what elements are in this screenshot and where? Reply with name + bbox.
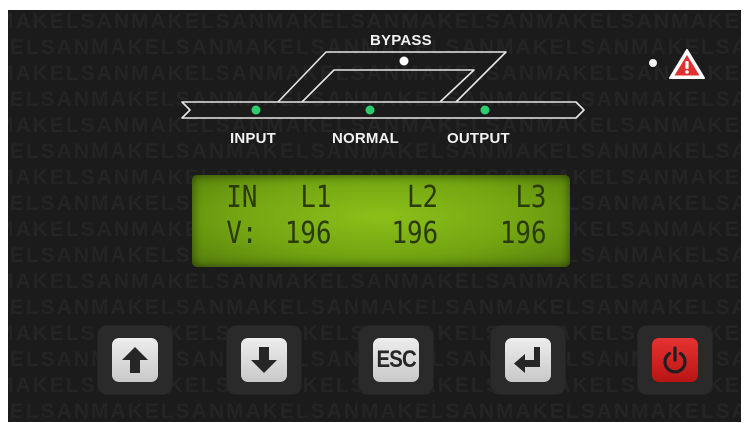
down-button-face[interactable] bbox=[241, 338, 287, 382]
bypass-inner-line bbox=[301, 69, 475, 103]
main-flow-line bbox=[181, 101, 585, 119]
lcd-voltage-label: V: bbox=[226, 216, 258, 251]
arrow-up-icon bbox=[122, 347, 148, 373]
power-button-face[interactable] bbox=[652, 338, 698, 382]
power-button[interactable] bbox=[638, 326, 712, 394]
lcd-col-l2: L2 bbox=[407, 180, 439, 215]
output-label: OUTPUT bbox=[447, 130, 510, 147]
lcd-display: IN L1 L2 L3 V: 196 196 196 bbox=[192, 175, 570, 267]
arrow-down-icon bbox=[251, 347, 277, 373]
warning-triangle-icon bbox=[669, 49, 705, 79]
esc-button-face[interactable]: ESC bbox=[373, 338, 419, 382]
esc-button-label: ESC bbox=[376, 346, 416, 373]
lcd-row-label: IN bbox=[226, 180, 258, 215]
enter-button-face[interactable] bbox=[505, 338, 551, 382]
power-icon bbox=[663, 346, 687, 374]
esc-button[interactable]: ESC bbox=[359, 326, 433, 394]
input-label: INPUT bbox=[230, 130, 276, 147]
lcd-voltage-l1: 196 bbox=[284, 216, 332, 251]
lcd-voltage-l2: 196 bbox=[391, 216, 439, 251]
watermark-row: MAKELSANMAKELSANMAKELSANMAKELSANMAKELSAN… bbox=[8, 400, 741, 422]
enter-button[interactable] bbox=[491, 326, 565, 394]
lcd-voltage-l3: 196 bbox=[499, 216, 547, 251]
lcd-row-header: IN L1 L2 L3 bbox=[192, 180, 546, 215]
up-button-face[interactable] bbox=[112, 338, 158, 382]
lcd-col-l1: L1 bbox=[300, 180, 332, 215]
up-button[interactable] bbox=[98, 326, 172, 394]
normal-led bbox=[365, 105, 375, 115]
ups-control-panel: MAKELSANMAKELSANMAKELSANMAKELSANMAKELSAN… bbox=[8, 10, 741, 422]
watermark-row: MAKELSANMAKELSANMAKELSANMAKELSANMAKELSAN… bbox=[8, 296, 741, 320]
bypass-led bbox=[399, 56, 409, 66]
lcd-row-voltage: V: 196 196 196 bbox=[192, 216, 546, 251]
normal-label: NORMAL bbox=[332, 130, 400, 147]
lcd-col-l3: L3 bbox=[515, 180, 547, 215]
bypass-flow-line bbox=[277, 51, 507, 103]
bypass-label: BYPASS bbox=[370, 32, 432, 49]
watermark-row: MAKELSANMAKELSANMAKELSANMAKELSANMAKELSAN… bbox=[8, 270, 741, 294]
input-led bbox=[251, 105, 261, 115]
enter-return-icon bbox=[514, 347, 540, 373]
down-button[interactable] bbox=[227, 326, 301, 394]
alarm-indicator-led bbox=[649, 59, 657, 67]
output-led bbox=[480, 105, 490, 115]
